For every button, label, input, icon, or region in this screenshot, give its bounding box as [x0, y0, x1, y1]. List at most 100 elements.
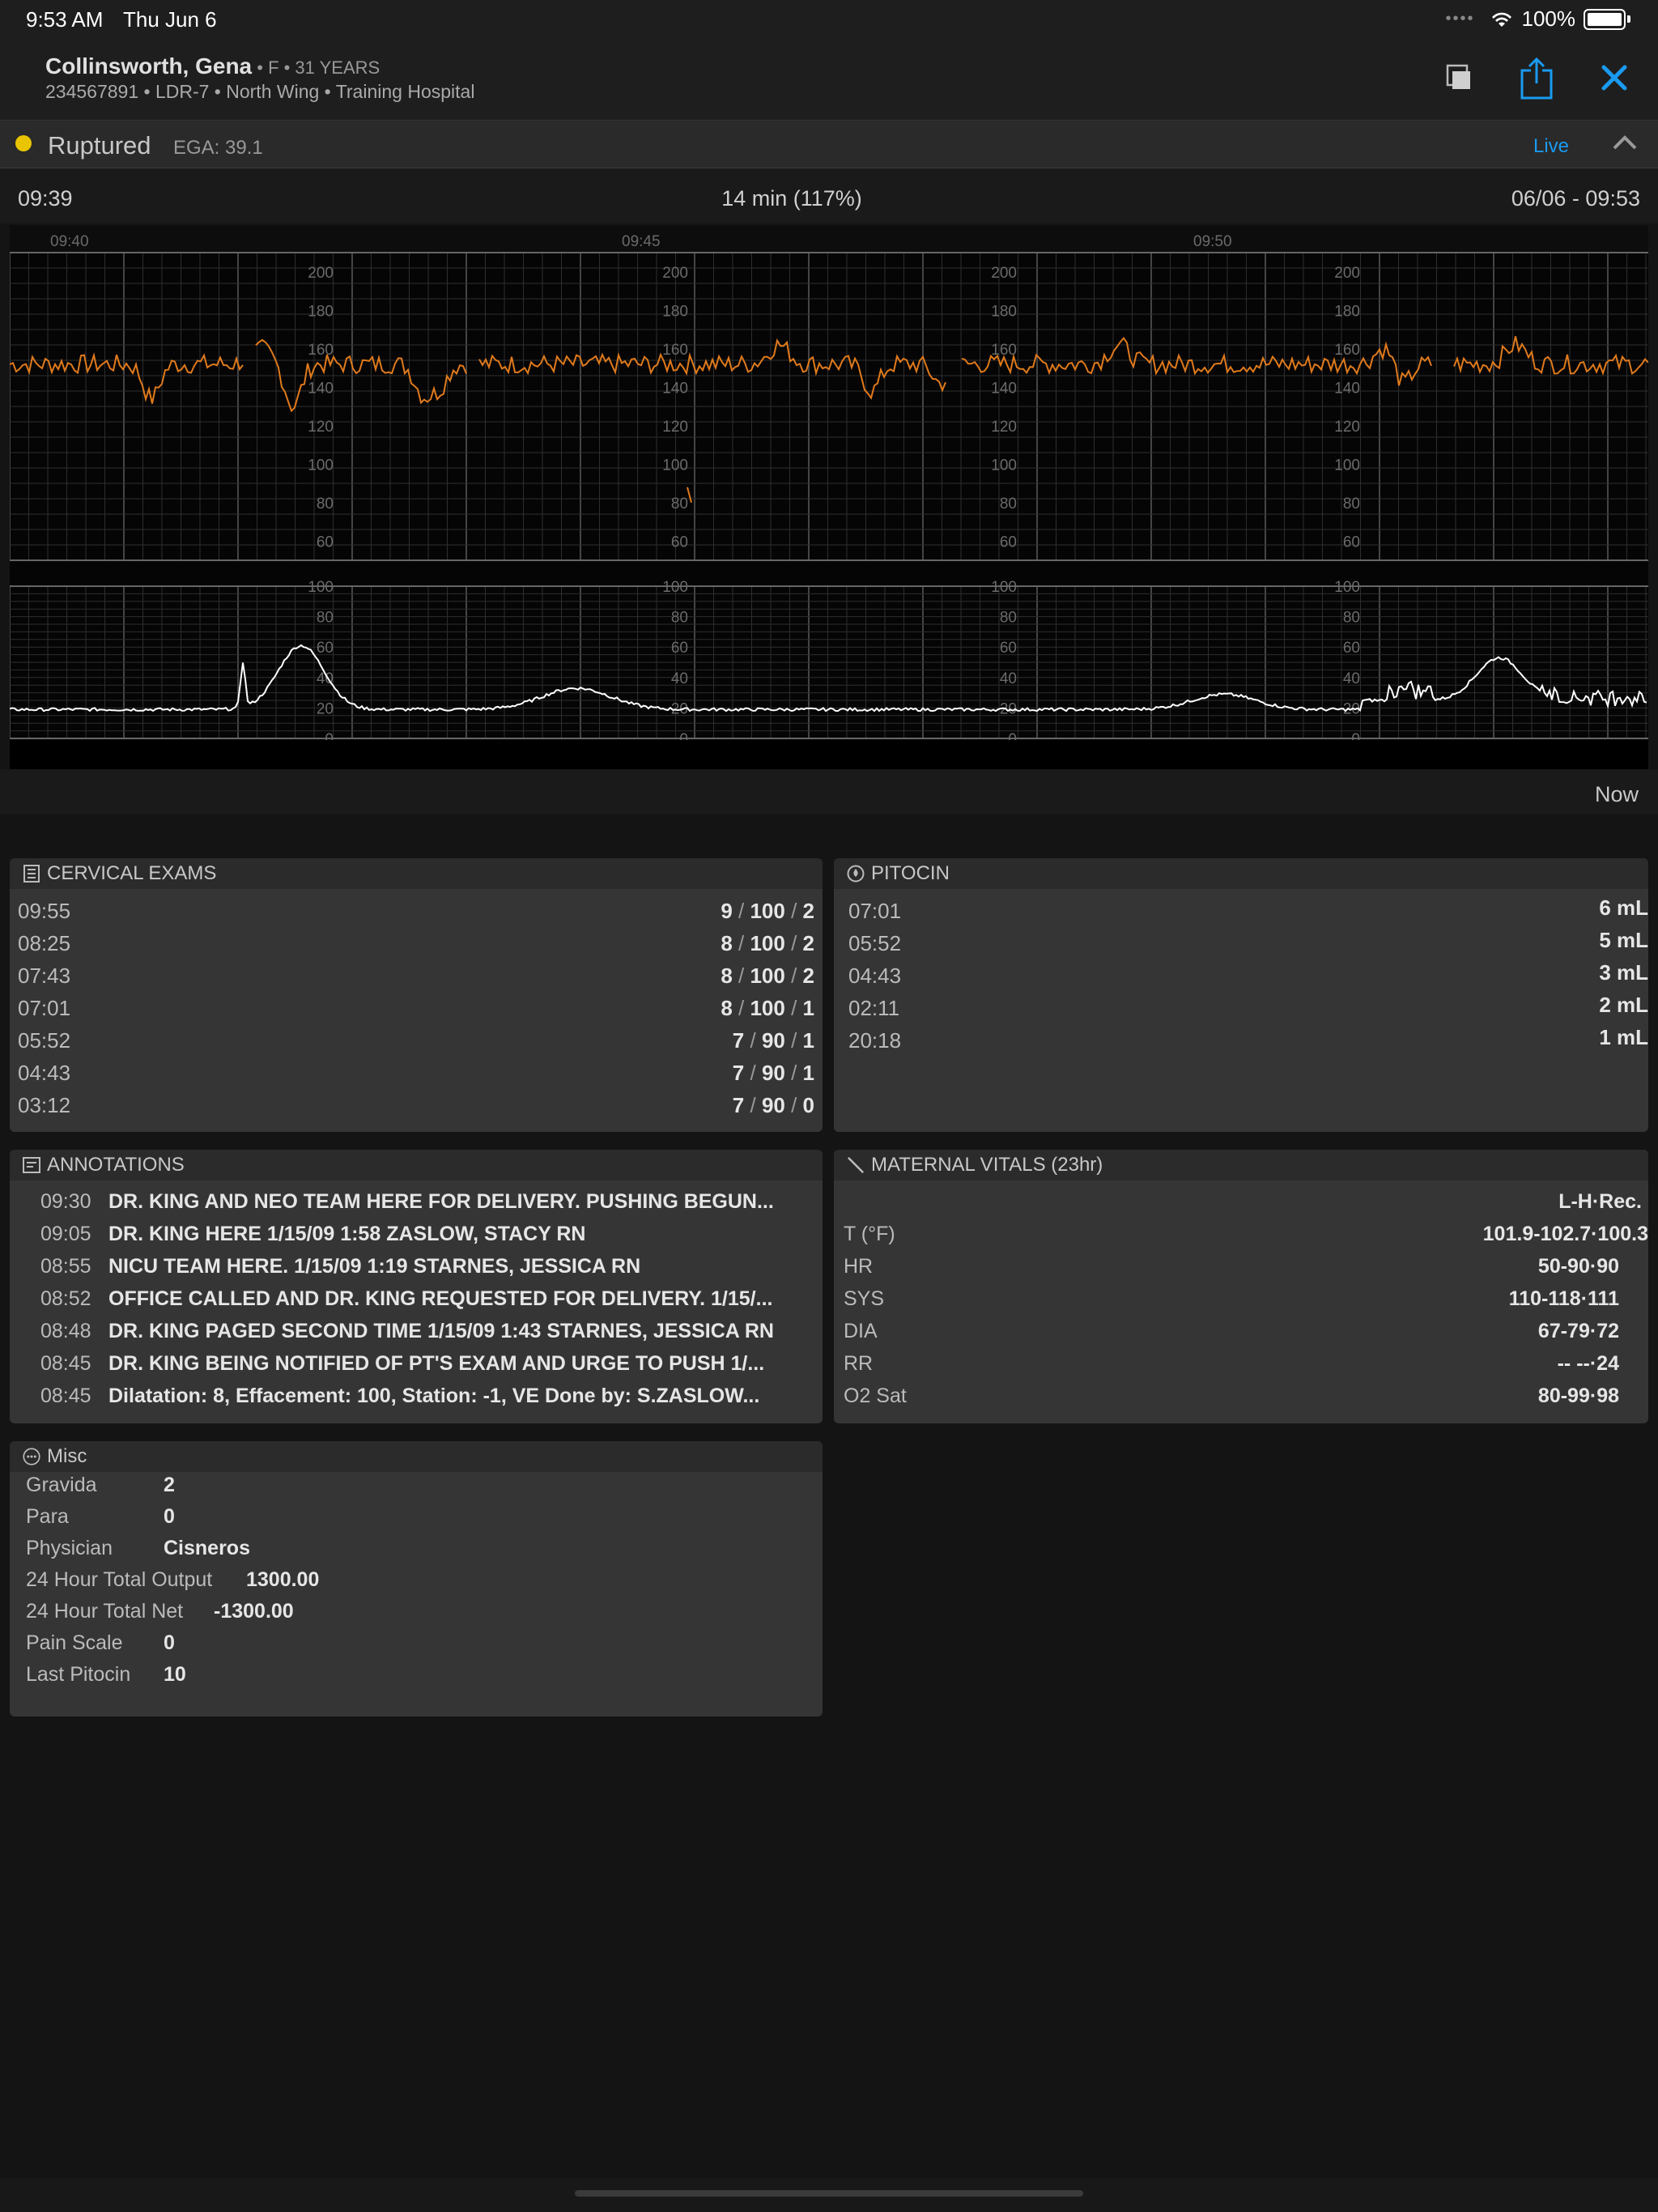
fhr-axis-label: 160: [1334, 342, 1360, 359]
vital-row: HR 50-90·90: [834, 1255, 1648, 1287]
time-tick-label: 09:50: [1193, 233, 1232, 250]
window-button[interactable]: [1436, 55, 1482, 100]
strip-bottom-band: [10, 740, 1648, 769]
annotation-row[interactable]: 08:52 OFFICE CALLED AND DR. KING REQUESTE…: [40, 1287, 813, 1320]
maternal-vitals-header: MATERNAL VITALS (23hr): [834, 1150, 1648, 1180]
window-icon: [1446, 64, 1470, 89]
cervical-exam-time: 07:43: [18, 963, 71, 988]
fhr-axis-label: 180: [308, 303, 334, 320]
fhr-axis-label: 140: [662, 380, 688, 397]
strip-end-time: 06/06 - 09:53: [1511, 186, 1640, 211]
fetal-strip[interactable]: 09:40 09:45 09:50 200 200 200 200 180 180 180 180 1…: [9, 225, 1649, 769]
vital-row: DIA 67-79·72: [834, 1320, 1648, 1352]
misc-value: 10: [164, 1663, 186, 1686]
chevron-up-icon: [1613, 135, 1637, 150]
pitocin-title: PITOCIN: [871, 862, 950, 884]
status-dot-icon: [15, 135, 32, 151]
now-button[interactable]: Now: [1595, 782, 1639, 807]
annotation-text: DR. KING AND NEO TEAM HERE FOR DELIVERY.…: [108, 1190, 774, 1213]
misc-label: Physician: [26, 1537, 113, 1559]
pitocin-time: 04:43: [848, 963, 902, 988]
maternal-vitals-panel[interactable]: MATERNAL VITALS (23hr) L-H·Rec. T (°F) 10…: [834, 1150, 1648, 1423]
dilation-value: 7: [732, 1028, 745, 1053]
dilation-value: 7: [732, 1093, 745, 1117]
station-value: 2: [802, 963, 814, 988]
misc-label: Gravida: [26, 1474, 97, 1496]
fhr-axis-label: 120: [308, 419, 334, 436]
collapse-button[interactable]: [1611, 132, 1639, 157]
fhr-axis-label: 60: [1343, 534, 1360, 551]
pitocin-value: 6 mL: [1599, 895, 1648, 920]
more-icon: [23, 1448, 40, 1465]
vital-label: RR: [844, 1352, 874, 1375]
cervical-exams-panel[interactable]: CERVICAL EXAMS 09:55 9 / 100 / 2 08:25 8 / …: [10, 858, 823, 1132]
status-bar: 9:53 AM Thu Jun 6 •••• 100%: [0, 0, 1658, 39]
cervical-exam-time: 07:01: [18, 996, 71, 1020]
annotation-row[interactable]: 08:55 NICU TEAM HERE. 1/15/09 1:19 STARNE…: [40, 1255, 813, 1287]
toco-axis-label: 100: [662, 579, 688, 596]
fhr-axis-label: 200: [1334, 265, 1360, 282]
vitals-column-header: L-H·Rec.: [834, 1190, 1648, 1223]
toco-axis-label: 40: [1000, 670, 1017, 687]
annotation-row[interactable]: 09:30 DR. KING AND NEO TEAM HERE FOR DELI…: [40, 1190, 813, 1223]
annotation-time: 08:52: [40, 1287, 91, 1310]
pitocin-panel[interactable]: PITOCIN 07:01 6 mL 05:52 5 mL 04:43 3 mL 02:11…: [834, 858, 1648, 1132]
dilation-value: 9: [721, 899, 733, 923]
vital-value: -- --·24: [1557, 1352, 1619, 1375]
cervical-exam-value: 8 / 100 / 2: [721, 931, 814, 955]
time-tick-label: 09:45: [622, 233, 661, 250]
annotation-text: DR. KING PAGED SECOND TIME 1/15/09 1:43 …: [108, 1320, 774, 1342]
misc-panel[interactable]: Misc Gravida 2 Para 0 Physician Cisneros 24 Ho…: [10, 1441, 823, 1716]
toco-axis-label: 80: [671, 610, 688, 627]
misc-value: 2: [164, 1474, 175, 1496]
pitocin-header: PITOCIN: [834, 858, 1648, 889]
misc-value: 1300.00: [246, 1568, 320, 1591]
annotation-text: OFFICE CALLED AND DR. KING REQUESTED FOR…: [108, 1287, 773, 1310]
vital-value: 110-118·111: [1508, 1287, 1619, 1310]
note-icon: [23, 1156, 40, 1174]
cervical-exam-time: 05:52: [18, 1028, 71, 1053]
patient-meta: 234567891 • LDR-7 • North Wing • Trainin…: [45, 81, 475, 102]
station-value: 1: [802, 1061, 814, 1085]
strip-header: 09:39 14 min (117%) 06/06 - 09:53: [0, 168, 1658, 223]
pitocin-value: 2 mL: [1599, 993, 1648, 1017]
close-button[interactable]: [1592, 55, 1637, 100]
annotations-panel[interactable]: ANNOTATIONS 09:30 DR. KING AND NEO TEAM H…: [10, 1150, 823, 1423]
toco-axis-label: 100: [308, 579, 334, 596]
status-icons: •••• 100%: [1445, 6, 1630, 32]
misc-label: Para: [26, 1505, 69, 1528]
fhr-axis-label: 140: [1334, 380, 1360, 397]
effacement-value: 100: [750, 931, 785, 955]
cervical-exam-value: 7 / 90 / 1: [732, 1028, 814, 1053]
vital-row: SYS 110-118·111: [834, 1287, 1648, 1320]
toco-axis-label: 100: [991, 579, 1017, 596]
misc-value: 0: [164, 1631, 175, 1654]
share-button[interactable]: [1514, 55, 1559, 100]
fhr-axis-label: 80: [671, 496, 688, 513]
effacement-value: 90: [761, 1093, 785, 1117]
annotation-row[interactable]: 08:45 Dilatation: 8, Effacement: 100, Sta…: [40, 1385, 813, 1417]
misc-label: 24 Hour Total Net: [26, 1600, 184, 1623]
list-icon: [23, 865, 40, 883]
date: Thu Jun 6: [123, 7, 217, 32]
annotation-row[interactable]: 08:48 DR. KING PAGED SECOND TIME 1/15/09 …: [40, 1320, 813, 1352]
misc-label: Last Pitocin: [26, 1663, 131, 1686]
vital-value: 50-90·90: [1537, 1255, 1619, 1278]
patient-name-line: Collinsworth, Gena • F • 31 YEARS: [45, 53, 380, 79]
fhr-axis-label: 140: [308, 380, 334, 397]
annotation-row[interactable]: 09:05 DR. KING HERE 1/15/09 1:58 ZASLOW, …: [40, 1223, 813, 1255]
vital-label: DIA: [844, 1320, 878, 1342]
live-button[interactable]: Live: [1533, 135, 1569, 158]
clock: 9:53 AM: [26, 7, 104, 32]
fetal-strip-chart: 09:40 09:45 09:50 200 200 200 200 180 180 180 180 1…: [9, 225, 1649, 769]
toco-axis-label: 60: [671, 640, 688, 657]
vital-value: 101.9-102.7·100.3: [1482, 1223, 1648, 1245]
annotation-row[interactable]: 08:45 DR. KING BEING NOTIFIED OF PT'S EXA…: [40, 1352, 813, 1385]
home-indicator[interactable]: [575, 2190, 1083, 2197]
fhr-axis-label: 120: [991, 419, 1017, 436]
fhr-axis-label: 200: [991, 265, 1017, 282]
close-icon: [1601, 65, 1627, 91]
toco-axis-label: 80: [317, 610, 334, 627]
toco-axis-label: 20: [317, 700, 334, 717]
pitocin-value: 5 mL: [1599, 928, 1648, 952]
